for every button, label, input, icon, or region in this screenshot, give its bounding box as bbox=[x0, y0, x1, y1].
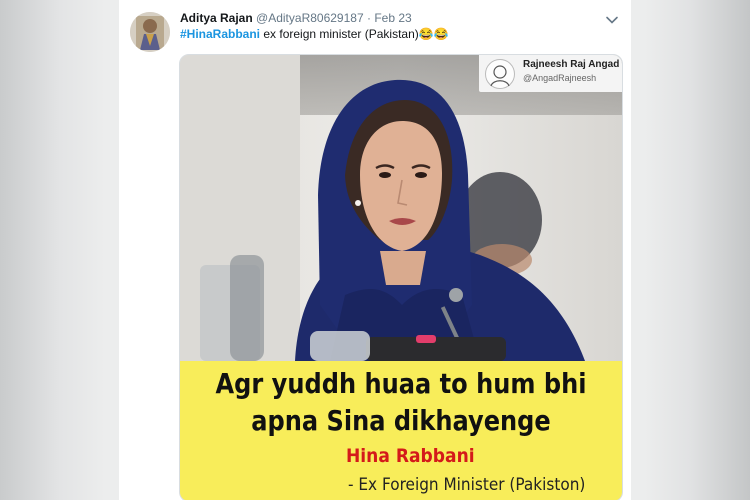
meme-caption: Agr yuddh huaa to hum bhi apna Sina dikh… bbox=[180, 361, 622, 500]
dot-separator: · bbox=[366, 11, 371, 25]
tweet-date[interactable]: Feb 23 bbox=[374, 11, 411, 25]
avatar-image bbox=[130, 12, 170, 52]
hashtag-link[interactable]: #HinaRabbani bbox=[180, 27, 260, 41]
credit-handle: @AngadRajneesh bbox=[523, 73, 597, 83]
caption-name: Hina Rabbani bbox=[346, 445, 475, 467]
caption-line-1: Agr yuddh huaa to hum bhi bbox=[215, 367, 587, 400]
credit-avatar bbox=[485, 59, 515, 89]
portrait-sketch-icon bbox=[490, 65, 510, 87]
tweet-card[interactable]: Aditya Rajan @AdityaR80629187 · Feb 23 #… bbox=[119, 0, 631, 500]
caption-title: - Ex Foreign Minister (Pakiston) bbox=[348, 475, 586, 495]
user-handle[interactable]: @AdityaR80629187 bbox=[256, 11, 364, 25]
tweet-text: #HinaRabbani ex foreign minister (Pakist… bbox=[180, 27, 449, 41]
avatar[interactable] bbox=[130, 12, 170, 52]
tweet-body-text: ex foreign minister (Pakistan) bbox=[260, 27, 419, 41]
media-photo[interactable]: Rajneesh Raj Angad @AngadRajneesh bbox=[180, 55, 622, 361]
laughing-emoji-icon: 😂😂 bbox=[418, 27, 449, 41]
tweet-media[interactable]: Rajneesh Raj Angad @AngadRajneesh Agr yu… bbox=[179, 54, 623, 500]
caption-line-2: apna Sina dikhayenge bbox=[251, 404, 551, 437]
woman-portrait-image bbox=[180, 55, 622, 361]
chevron-down-icon[interactable] bbox=[604, 12, 620, 28]
tweet-header: Aditya Rajan @AdityaR80629187 · Feb 23 bbox=[180, 11, 412, 25]
display-name[interactable]: Aditya Rajan bbox=[180, 11, 253, 25]
credit-name: Rajneesh Raj Angad bbox=[523, 59, 620, 70]
credit-tag: Rajneesh Raj Angad @AngadRajneesh bbox=[479, 55, 622, 92]
